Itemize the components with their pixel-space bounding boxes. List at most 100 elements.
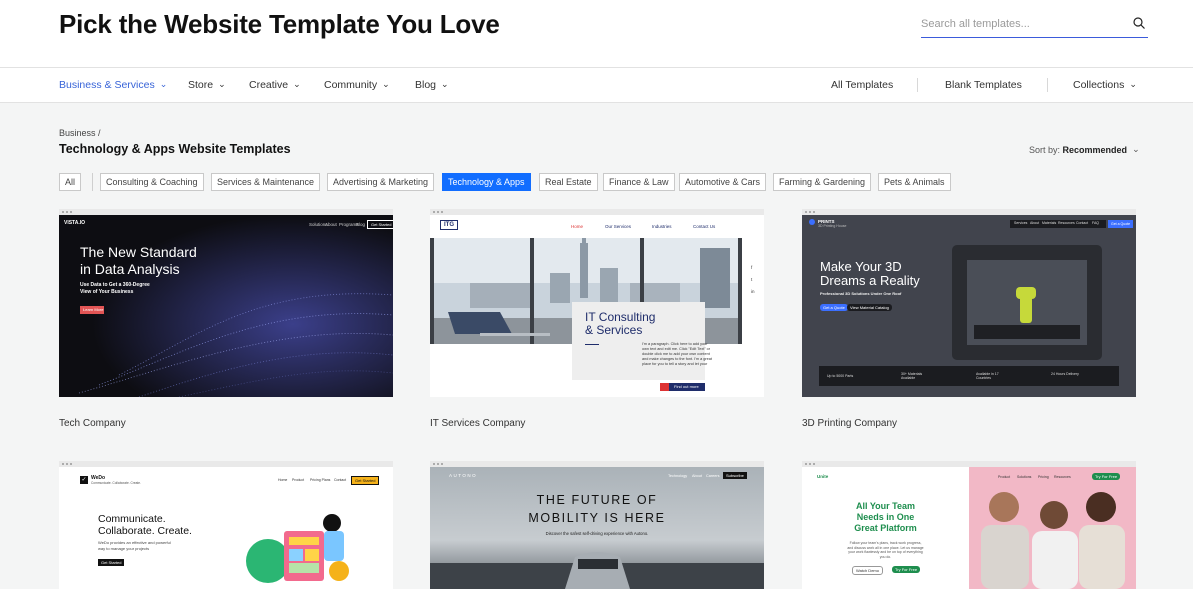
template-nav-item: Industries [652,224,672,229]
browser-bar [59,461,393,467]
logo-mark-icon [809,219,815,225]
template-thumbnail[interactable]: ✓ WeDo Communicate. Collaborate. Create.… [59,461,393,589]
filter-chip-farming-gardening[interactable]: Farming & Gardening [773,173,872,191]
subtitle-line: Use Data to Get a 360-Degree [80,282,150,288]
template-thumbnail[interactable]: ITG Home Our Services Industries Contact… [430,209,764,397]
search-input[interactable] [921,14,1121,34]
template-nav-item: Services [1014,221,1028,225]
logo-check-icon: ✓ [80,476,88,484]
linkedin-icon: in [751,289,755,294]
filter-chip-pets-animals[interactable]: Pets & Animals [878,173,951,191]
template-cta-button: Learn More [80,306,104,314]
template-nav-item: Careers [706,474,720,478]
chevron-down-icon: ⌄ [441,79,449,89]
collaboration-illustration [246,514,349,583]
filter-chip-consulting-coaching[interactable]: Consulting & Coaching [100,173,204,191]
template-thumbnail[interactable]: PRINTS 3D Printing House Services About … [802,209,1136,397]
template-nav-item: About [692,474,702,478]
stat-item: 24 Hours Delivery [1051,372,1079,376]
sort-value: Recommended [1062,145,1128,155]
template-cta-primary: Get a Quote [820,304,848,311]
stats-bar [819,366,1119,386]
nav-blank-templates[interactable]: Blank Templates [945,79,1022,91]
template-nav-button: Get a Quote [1108,220,1134,228]
template-cta-secondary: Watch Demo [852,566,883,575]
template-nav-button: Subscribe [723,472,747,479]
content-panel: IT Consulting & Services I'm a paragraph… [572,302,712,380]
template-logo: VISTA.IO [64,220,86,226]
filter-chip-services-maintenance[interactable]: Services & Maintenance [211,173,321,191]
twitter-icon: t [751,277,753,282]
template-nav-item: Contact [1076,221,1089,225]
nav-label: Community [324,79,378,91]
template-nav-button: Get Started [367,220,393,229]
template-name[interactable]: Tech Company [59,418,126,429]
template-nav-item: Pricing [1038,475,1049,479]
nav-community[interactable]: Community ⌄ [324,79,390,91]
sort-label: Sort by: [1029,145,1061,155]
search-icon[interactable] [1132,16,1146,30]
chevron-down-icon: ⌄ [159,79,168,89]
headline-line: in Data Analysis [80,261,180,277]
headline-line: Dreams a Reality [820,273,920,288]
template-thumbnail[interactable]: Unite Product Solutions Pricing Resource… [802,461,1136,589]
nav-all-templates[interactable]: All Templates [831,79,893,91]
template-subtitle: Follow your team's plans, track work pro… [802,541,969,559]
nav-blog[interactable]: Blog ⌄ [415,79,449,91]
section-title: Technology & Apps Website Templates [59,142,291,156]
template-logo: ITG [440,220,458,230]
template-nav-item: Contact Us [693,224,716,229]
template-name[interactable]: IT Services Company [430,418,525,429]
template-logo: AUTONO [449,473,478,478]
filter-chip-advertising-marketing[interactable]: Advertising & Marketing [327,173,435,191]
nav-store[interactable]: Store ⌄ [188,79,226,91]
template-nav-item: Materials [1042,221,1057,225]
nav-label: Business & Services [59,79,155,91]
breadcrumb[interactable]: Business / [59,128,101,138]
template-nav-item: Resources [1054,475,1071,479]
stat-item: 30+ Materials Available [901,372,923,380]
chevron-down-icon: ⌄ [1132,144,1140,154]
nav-business-services[interactable]: Business & Services ⌄ [59,79,167,91]
template-headline: All Your Team Needs in One Great Platfor… [802,501,969,534]
template-nav-item: Product [998,475,1011,479]
filter-chip-all[interactable]: All [59,173,82,191]
nav-label: All Templates [831,79,894,91]
template-nav-item: Home [571,224,584,229]
data-wave-image [59,215,393,397]
template-thumbnail[interactable]: VISTA.IO Solutions About Programs Blog G… [59,209,393,397]
filter-chip-finance-law[interactable]: Finance & Law [603,173,675,191]
template-nav-button: Get Started [351,476,380,485]
nav-collections[interactable]: Collections ⌄ [1073,79,1137,91]
subtitle-line: you do. [879,554,892,559]
template-subtitle: Professional 3D Solutions Under One Roof [820,291,902,296]
nav-creative[interactable]: Creative ⌄ [249,79,301,91]
template-nav-item: Technology [668,474,688,478]
filter-chip-automotive-cars[interactable]: Automotive & Cars [679,173,767,191]
template-subtitle: WeDo provides an effective and powerful … [98,540,171,552]
sort-dropdown[interactable]: Sort by: Recommended ⌄ [1029,144,1140,156]
template-body-text: I'm a paragraph. Click here to add your … [642,342,712,367]
chevron-down-icon: ⌄ [382,79,390,89]
template-subtitle: Discover the safest self-driving experie… [545,531,649,536]
filter-chip-real-estate[interactable]: Real Estate [539,173,598,191]
search-box[interactable] [921,10,1148,38]
template-cta-button: Get Started [98,559,125,566]
template-nav-item: Home [278,478,288,482]
template-logo-sub: 3D Printing House [818,224,847,228]
headline-line: Communicate. [98,513,166,525]
template-nav-item: Resources [1058,221,1075,225]
template-headline: IT Consulting & Services [585,311,655,337]
body-line: place for you to tell a story and let yo… [642,362,708,366]
headline-line: The New Standard [80,244,197,260]
headline-line: & Services [585,323,643,337]
template-name[interactable]: 3D Printing Company [802,418,897,429]
template-headline: THE FUTURE OF MOBILITY IS HERE [430,491,764,527]
category-nav: Business & Services ⌄ Store ⌄ Creative ⌄ Co… [0,68,1193,103]
headline-line: Needs in One [856,512,915,522]
filter-chip-technology-apps[interactable]: Technology & Apps [442,173,531,191]
template-thumbnail[interactable]: AUTONO Technology About Careers Subscrib… [430,461,764,589]
chip-divider [92,173,93,191]
template-logo-sub: Communicate. Collaborate. Create. [91,481,141,485]
nav-label: Blog [415,79,437,91]
